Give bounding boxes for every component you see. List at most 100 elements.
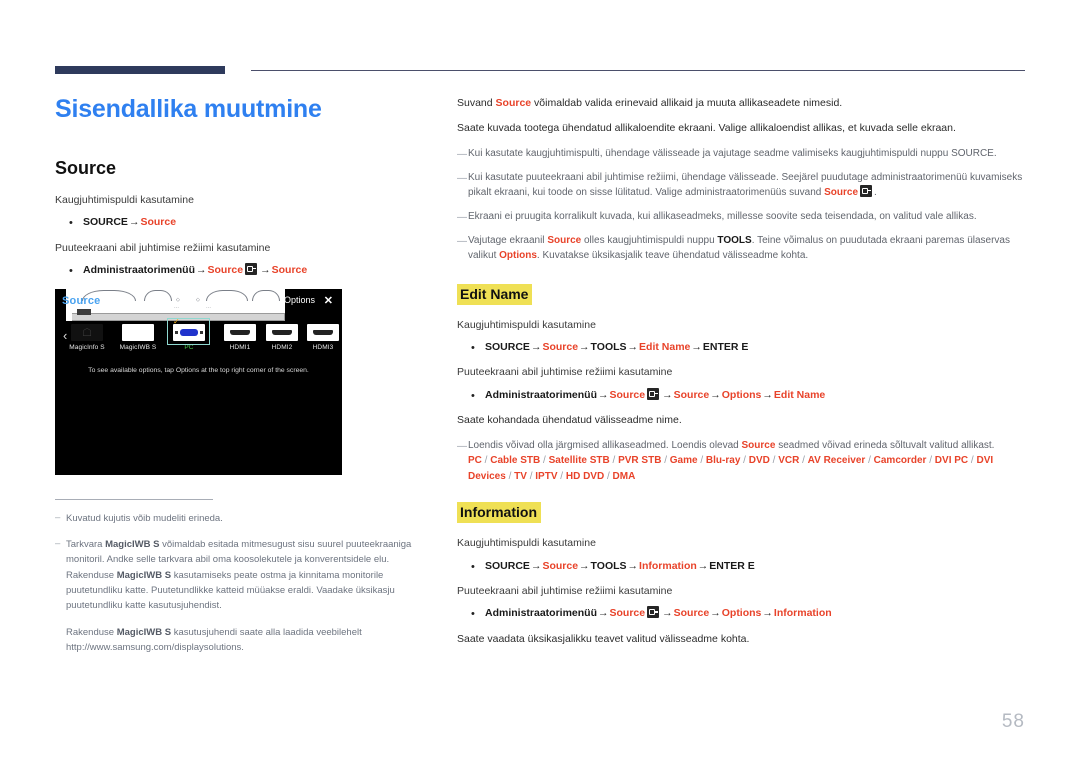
product-name: MagicIWB S: [116, 569, 172, 581]
arrow-glyph: →: [196, 264, 207, 277]
note-text: Kui kasutate kaugjuhtimispulti, ühendage…: [468, 147, 997, 159]
device-list-item: HD DVD: [565, 470, 605, 482]
edit-name-remote-heading: Kaugjuhtimispuldi kasutamine: [457, 318, 596, 331]
arrow-glyph: →: [530, 340, 542, 353]
footnote-separator: [55, 498, 213, 500]
path-text: SOURCE→Source→TOOLS→Information→ENTER E: [485, 559, 755, 575]
close-icon[interactable]: ✕: [324, 294, 333, 307]
tools-key-label: TOOLS: [717, 234, 752, 246]
source-tile-label: PC: [184, 343, 194, 351]
screenshot-hint-text: To see available options, tap Options at…: [88, 366, 309, 374]
note-text: Loendis võivad olla järgmised allikasead…: [468, 438, 1027, 485]
arrow-glyph: →: [710, 388, 721, 401]
source-tile-magicinfo-s[interactable]: ☖ MagicInfo S: [68, 323, 106, 351]
path-segment-target: Source: [271, 264, 308, 277]
arrow-glyph: →: [662, 388, 673, 401]
device-list-item: Blu-ray: [705, 455, 741, 467]
source-thumb-icon: [122, 323, 154, 341]
path-segment: Options: [721, 607, 762, 620]
path-segment: Source: [542, 559, 579, 572]
source-tile-hdmi1[interactable]: HDMI1: [221, 323, 259, 351]
bullet-dot-icon: •: [69, 217, 73, 230]
path-segment: Edit Name: [773, 388, 826, 401]
device-list-item: DVI PC: [934, 455, 969, 467]
device-list-item: AV Receiver: [807, 455, 866, 467]
note-part: Loendis võivad olla järgmised allikasead…: [468, 439, 742, 451]
edit-name-note: — Loendis võivad olla järgmised allikase…: [457, 438, 1027, 485]
device-list-item: DMA: [612, 470, 636, 482]
arrow-glyph: →: [530, 559, 542, 572]
path-segment-target: Source: [140, 216, 177, 229]
source-tile-hdmi3[interactable]: HDMI3: [304, 323, 342, 351]
note-part: .: [874, 187, 877, 198]
arrow-glyph: →: [598, 607, 609, 620]
source-input-icon: [647, 387, 660, 400]
arrow-glyph: →: [710, 607, 721, 620]
device-list-item: Game: [669, 455, 698, 467]
ghost-arc: [144, 289, 172, 301]
screenshot-ghost-post: [77, 308, 91, 315]
ghost-dot: ⋯: [174, 304, 179, 311]
path-segment: Information: [773, 607, 832, 620]
information-remote-heading: Kaugjuhtimispuldi kasutamine: [457, 537, 596, 550]
note-item-1: — Kui kasutate kaugjuhtimispulti, ühenda…: [457, 146, 1027, 162]
note-dash: —: [457, 172, 467, 184]
device-list-separator: /: [697, 455, 706, 467]
device-list-separator: /: [505, 470, 515, 482]
ghost-dot: ⋯: [206, 304, 211, 311]
footnote-item: – Tarkvara MagicIWB S võimaldab esitada …: [55, 537, 425, 614]
path-segment: TOOLS: [590, 559, 627, 572]
device-list-separator: /: [481, 455, 491, 467]
arrow-glyph: →: [260, 264, 271, 277]
footnote-part: Rakenduse: [66, 626, 117, 638]
note-item-4: — Vajutage ekraanil Source olles kaugjuh…: [457, 233, 1027, 264]
arrow-glyph: →: [662, 607, 673, 620]
product-name: MagicIWB S: [116, 626, 172, 638]
chevron-left-icon[interactable]: ‹: [63, 328, 67, 343]
path-segment: Administraatorimenüü: [485, 388, 598, 401]
heading-information: Information: [457, 502, 541, 524]
source-tile-hdmi2[interactable]: HDMI2: [263, 323, 301, 351]
product-name: MagicIWB S: [105, 538, 160, 550]
source-tile-label: MagicInfo S: [69, 343, 105, 351]
device-list-item: Cable STB: [490, 455, 541, 467]
screenshot-options-button[interactable]: Options: [284, 295, 315, 305]
device-screenshot-figure: ◇ ◇ ⋯ ⋯ Source Options ✕ ‹ › ☖ MagicInfo…: [55, 288, 342, 475]
source-tile-magiciwb-s[interactable]: MagicIWB S: [119, 323, 157, 351]
header-rule: [55, 66, 1025, 76]
remote-path-bullet: • SOURCE→Source: [55, 215, 425, 232]
arrow-glyph: →: [762, 388, 773, 401]
arrow-glyph: →: [128, 216, 140, 229]
footnote-text: Kuvatud kujutis võib mudeliti erineda.: [66, 512, 223, 524]
source-thumb-icon: [224, 323, 256, 341]
arrow-glyph: →: [579, 340, 590, 353]
arrow-glyph: →: [762, 607, 773, 620]
source-input-icon: [860, 185, 873, 197]
arrow-glyph: →: [627, 559, 639, 572]
ghost-device-icon: ☖: [82, 326, 92, 339]
path-segment: Information: [639, 559, 697, 572]
source-thumb-icon: [266, 323, 298, 341]
note-item-3: — Ekraani ei pruugita korralikult kuvada…: [457, 209, 1027, 225]
document-page: Sisendallika muutmine Source Kaugjuhtimi…: [0, 0, 1080, 763]
information-remote-path: • SOURCE→Source→TOOLS→Information→ENTER …: [457, 559, 1027, 576]
device-list-separator: /: [865, 455, 874, 467]
path-text: Administraatorimenüü→Source →Source→Optio…: [485, 387, 826, 404]
intro-part: võimaldab valida erinevaid allikaid ja m…: [531, 97, 843, 109]
device-list-separator: /: [769, 455, 779, 467]
arrow-glyph: →: [697, 559, 709, 572]
source-tile-pc[interactable]: ✓ PC: [167, 317, 210, 351]
heading-edit-name: Edit Name: [457, 283, 533, 305]
note-text: Vajutage ekraanil Source olles kaugjuhti…: [468, 233, 1027, 264]
footnote-text: Tarkvara MagicIWB S võimaldab esitada mi…: [66, 537, 425, 614]
path-segment: Source: [609, 388, 646, 401]
source-input-icon: [647, 606, 660, 619]
information-touch-heading: Puuteekraani abil juhtimise režiimi kasu…: [457, 585, 673, 598]
device-list-item: Satellite STB: [548, 455, 610, 467]
footnote-sub-item: Rakenduse MagicIWB S kasutusjuhendi saat…: [55, 625, 425, 656]
intro-part: Suvand: [457, 97, 496, 109]
source-tile-label: MagicIWB S: [119, 343, 157, 351]
page-title: Sisendallika muutmine: [55, 95, 322, 123]
device-list-item: PVR STB: [618, 455, 662, 467]
bullet-dot-icon: •: [69, 265, 73, 278]
